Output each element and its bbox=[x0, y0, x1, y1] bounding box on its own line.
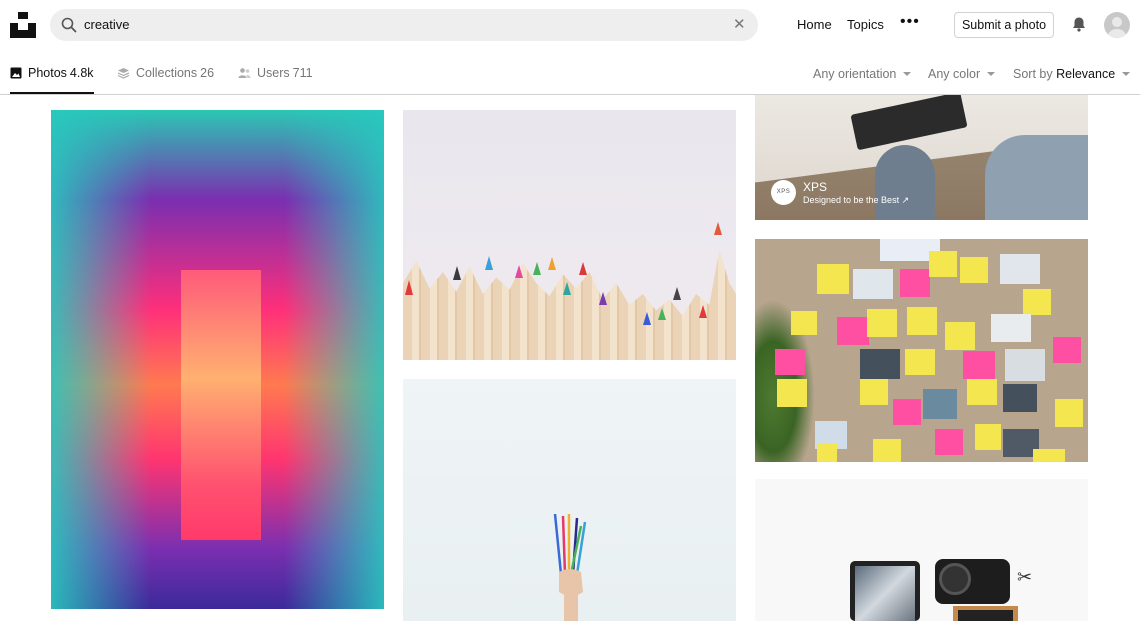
submit-photo-button[interactable]: Submit a photo bbox=[954, 12, 1054, 38]
photo-detail bbox=[181, 270, 261, 540]
photo-hand-holding-pencils[interactable] bbox=[403, 379, 736, 621]
sort-prefix: Sort by bbox=[1013, 67, 1053, 81]
photo-detail bbox=[553, 514, 587, 621]
notifications-bell-icon[interactable] bbox=[1071, 16, 1087, 32]
tab-users-label: Users bbox=[257, 66, 290, 80]
photo-detail bbox=[1023, 289, 1051, 315]
photo-detail bbox=[945, 322, 975, 350]
nav-topics-link[interactable]: Topics bbox=[847, 17, 884, 32]
tab-collections-label: Collections bbox=[136, 66, 198, 80]
photo-detail bbox=[967, 379, 997, 405]
tab-collections[interactable]: Collections 26 bbox=[117, 66, 214, 94]
photo-detail bbox=[1005, 349, 1045, 381]
orientation-filter-label: Any orientation bbox=[813, 67, 897, 81]
photo-detail bbox=[791, 311, 817, 335]
photo-detail bbox=[837, 317, 869, 345]
photo-detail bbox=[935, 429, 963, 455]
sort-value: Relevance bbox=[1056, 67, 1116, 81]
photo-detail bbox=[873, 439, 901, 462]
photo-detail bbox=[905, 349, 935, 375]
sponsor-tagline-link[interactable]: Designed to be the Best ↗ bbox=[803, 195, 909, 206]
photo-detail bbox=[963, 351, 995, 379]
color-filter-dropdown[interactable]: Any color bbox=[928, 67, 996, 81]
photo-detail bbox=[953, 606, 1018, 621]
photo-detail bbox=[777, 379, 807, 407]
photo-detail bbox=[1055, 399, 1083, 427]
photo-detail bbox=[985, 135, 1088, 220]
stack-icon bbox=[117, 68, 130, 79]
photo-detail: ✂ bbox=[1017, 567, 1033, 587]
photo-camera-flatlay[interactable]: ✂ bbox=[755, 479, 1088, 621]
photo-detail bbox=[975, 424, 1001, 450]
sort-dropdown[interactable]: Sort by Relevance bbox=[1013, 67, 1131, 81]
orientation-filter-dropdown[interactable]: Any orientation bbox=[813, 67, 912, 81]
photo-detail bbox=[867, 309, 897, 337]
pencil-tip-marks bbox=[405, 222, 722, 325]
chevron-down-icon bbox=[987, 72, 996, 76]
color-filter-label: Any color bbox=[928, 67, 981, 81]
photo-detail bbox=[1003, 384, 1037, 412]
more-menu-icon[interactable]: ••• bbox=[900, 13, 920, 31]
search-icon[interactable] bbox=[61, 17, 77, 33]
photo-detail bbox=[935, 559, 1010, 604]
photo-detail bbox=[1033, 449, 1065, 462]
photo-detail bbox=[850, 561, 920, 621]
photo-detail bbox=[1000, 254, 1040, 284]
photo-detail bbox=[817, 444, 837, 462]
tab-users-count: 711 bbox=[292, 66, 313, 80]
photo-detail bbox=[960, 257, 988, 283]
photo-detail bbox=[893, 399, 921, 425]
image-icon bbox=[10, 67, 22, 79]
photo-detail bbox=[900, 269, 930, 297]
photo-detail bbox=[1053, 337, 1081, 363]
chevron-down-icon bbox=[903, 72, 912, 76]
tab-photos-label: Photos bbox=[28, 66, 67, 80]
photo-detail bbox=[991, 314, 1031, 342]
search-result-tabs: Photos 4.8k Collections 26 Users 711 Any or… bbox=[0, 50, 1140, 95]
photo-detail bbox=[923, 389, 957, 419]
photo-detail bbox=[875, 145, 935, 220]
photo-detail bbox=[929, 251, 957, 277]
tab-photos-count: 4.8k bbox=[69, 66, 94, 80]
sponsor-name[interactable]: XPS bbox=[803, 180, 827, 194]
pencil-tips bbox=[405, 222, 722, 325]
sponsored-photo-desk-keyboard[interactable]: XPS XPS Designed to be the Best ↗ bbox=[755, 95, 1088, 220]
tab-users[interactable]: Users 711 bbox=[238, 66, 313, 94]
unsplash-logo[interactable] bbox=[10, 12, 36, 38]
photo-sticky-notes-board[interactable] bbox=[755, 239, 1088, 462]
photo-neon-corridor[interactable] bbox=[51, 110, 384, 609]
nav-home-link[interactable]: Home bbox=[797, 17, 832, 32]
photo-detail bbox=[817, 264, 849, 294]
photo-detail bbox=[775, 349, 805, 375]
chevron-down-icon bbox=[1122, 72, 1131, 76]
photo-detail bbox=[860, 349, 900, 379]
tab-collections-count: 26 bbox=[200, 66, 215, 80]
users-icon bbox=[238, 68, 251, 78]
search-bar[interactable]: creative ✕ bbox=[50, 9, 758, 41]
sponsor-logo[interactable]: XPS bbox=[771, 180, 796, 205]
photo-detail bbox=[907, 307, 937, 335]
top-navigation-bar: creative ✕ Home Topics ••• Submit a phot… bbox=[0, 0, 1140, 50]
photo-detail bbox=[853, 269, 893, 299]
search-input[interactable]: creative bbox=[84, 17, 130, 32]
tab-photos[interactable]: Photos 4.8k bbox=[10, 66, 94, 94]
photo-colored-pencils[interactable] bbox=[403, 110, 736, 360]
clear-search-icon[interactable]: ✕ bbox=[733, 16, 746, 34]
photo-detail bbox=[860, 379, 888, 405]
user-avatar[interactable] bbox=[1104, 12, 1130, 38]
